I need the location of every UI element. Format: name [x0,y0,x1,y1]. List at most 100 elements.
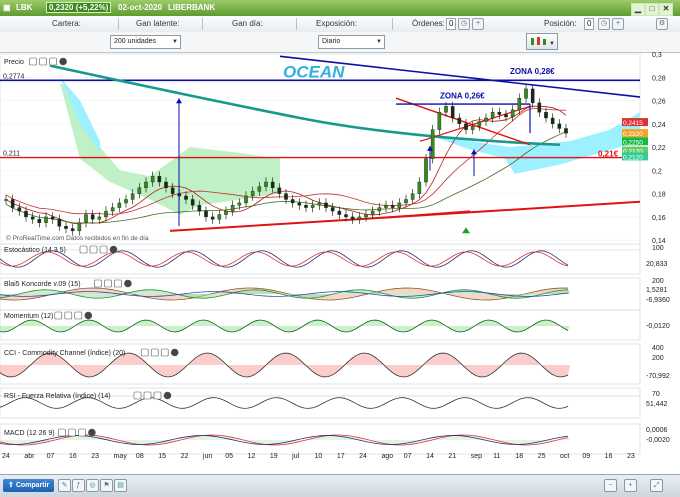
price-tag-label: 0,2415 [623,120,643,127]
share-button[interactable]: ⇪ Compartir [3,479,55,492]
candle [317,202,322,206]
wrench-icon [54,311,63,320]
candle [544,111,548,119]
candle [50,216,55,220]
candle [124,199,128,204]
candle [437,111,442,130]
close-icon [109,245,118,254]
orders-detail-icon[interactable]: ◷ [458,18,470,30]
x-tick-label: ago [381,453,393,460]
candle [417,181,422,194]
candle [424,158,428,183]
candle [10,199,15,208]
period-select[interactable]: Diario ▼ [318,35,385,49]
template-icon[interactable]: ▤ [114,479,127,492]
candle [284,193,288,200]
minimize-button[interactable]: ▁ [631,3,645,16]
fit-icon[interactable]: ⤢ [650,479,663,492]
close-button[interactable]: ✕ [659,3,673,16]
candle [377,207,382,212]
koncorde-value-2: -6,9360 [646,297,670,304]
candle [250,191,255,197]
candle [270,181,275,189]
candle [217,214,222,220]
bottom-toolbar: ⇪ Compartir ✎ ƒ ◎ ⚑ ▤ − + ⤢ [0,474,680,497]
panel-title: Estocástico (14 3 5) [4,247,66,254]
candle [170,187,175,194]
koncorde-tick: 200 [652,278,664,285]
candle [190,199,195,206]
zoom-in-icon[interactable]: + [624,479,637,492]
chart-area[interactable]: 0,3 0,28 0,26 0,24 0,22 0,2 0,18 0,16 0,14 0,2774… [0,52,680,460]
candle [137,187,142,194]
candle [64,226,68,229]
candle [297,202,302,206]
x-tick-label: 24 [2,453,10,460]
candle [17,207,22,212]
screener-icon[interactable]: ◎ [86,479,99,492]
x-tick-label: 15 [158,453,166,460]
title-bar: ▣ LBK 0,2320 (+5,22%) 02-oct-2020 LIBERB… [0,0,680,16]
candle [277,187,282,194]
wrench-icon [94,279,102,288]
zona-028-label: ZONA 0,28€ [510,67,555,76]
x-tick-label: 25 [538,453,546,460]
window-icon [160,348,169,357]
candle [117,202,122,208]
candle [104,210,108,218]
chart-canvas[interactable]: 0,30,280,260,240,220,20,180,160,140,2774… [0,52,680,460]
draw-tool-icon[interactable]: ✎ [58,479,71,492]
candlestick-icon: ▼ [531,37,555,47]
candle [157,175,162,183]
period-select-value: Diario [322,38,341,45]
candle [57,219,62,227]
x-tick-label: 23 [627,453,635,460]
candle [537,102,542,113]
quote-date: 02-oct-2020 [118,3,163,12]
indicator-icon[interactable]: ƒ [72,479,85,492]
separator [392,18,393,30]
x-tick-label: 10 [315,453,323,460]
square-icon [150,348,159,357]
candle [37,219,42,223]
settings-icon[interactable]: ⚙ [656,18,668,30]
x-tick-label: sep [471,453,482,460]
ticker: LBK [16,3,33,12]
panel-title: Blai5 Koncorde v.09 (15) [4,281,81,288]
y-tick-label: 0,24 [652,122,666,129]
cci-tick-200: 200 [652,355,664,362]
x-tick-label: 16 [69,453,77,460]
chart-type-select[interactable]: ▼ [526,33,558,50]
rsi-tick: 70 [652,391,660,398]
cci-last-value: -70,992 [646,373,670,380]
candle [257,186,262,192]
wrench-icon [29,57,37,66]
close-icon [163,391,172,400]
square-icon [143,391,152,400]
candle [4,199,8,201]
panel-title: MACD (12 26 9) [4,430,55,437]
candle [30,216,35,220]
instrument-name: LIBERBANK [168,3,216,12]
candle [144,181,148,189]
candle [484,117,488,122]
candle [97,216,102,220]
position-add-icon[interactable]: + [612,18,624,30]
maximize-button[interactable]: □ [645,3,659,16]
candle [470,125,475,130]
orders-add-icon[interactable]: + [472,18,484,30]
zoom-out-icon[interactable]: − [604,479,617,492]
position-detail-icon[interactable]: ◷ [598,18,610,30]
candle [550,117,555,125]
x-tick-label: 21 [448,453,456,460]
alert-icon[interactable]: ⚑ [100,479,113,492]
candle [324,202,328,208]
candle [504,114,508,118]
latent-gain-label: Gan latente: [136,19,180,28]
panel-title: Precio [4,59,24,66]
stoch-tick: 100 [652,245,664,252]
svg-text:▼: ▼ [549,41,555,47]
units-select[interactable]: 200 unidades ▼ [110,35,181,49]
y-tick-label: 0,22 [652,145,666,152]
momentum-last-value: -0,0120 [646,323,670,330]
